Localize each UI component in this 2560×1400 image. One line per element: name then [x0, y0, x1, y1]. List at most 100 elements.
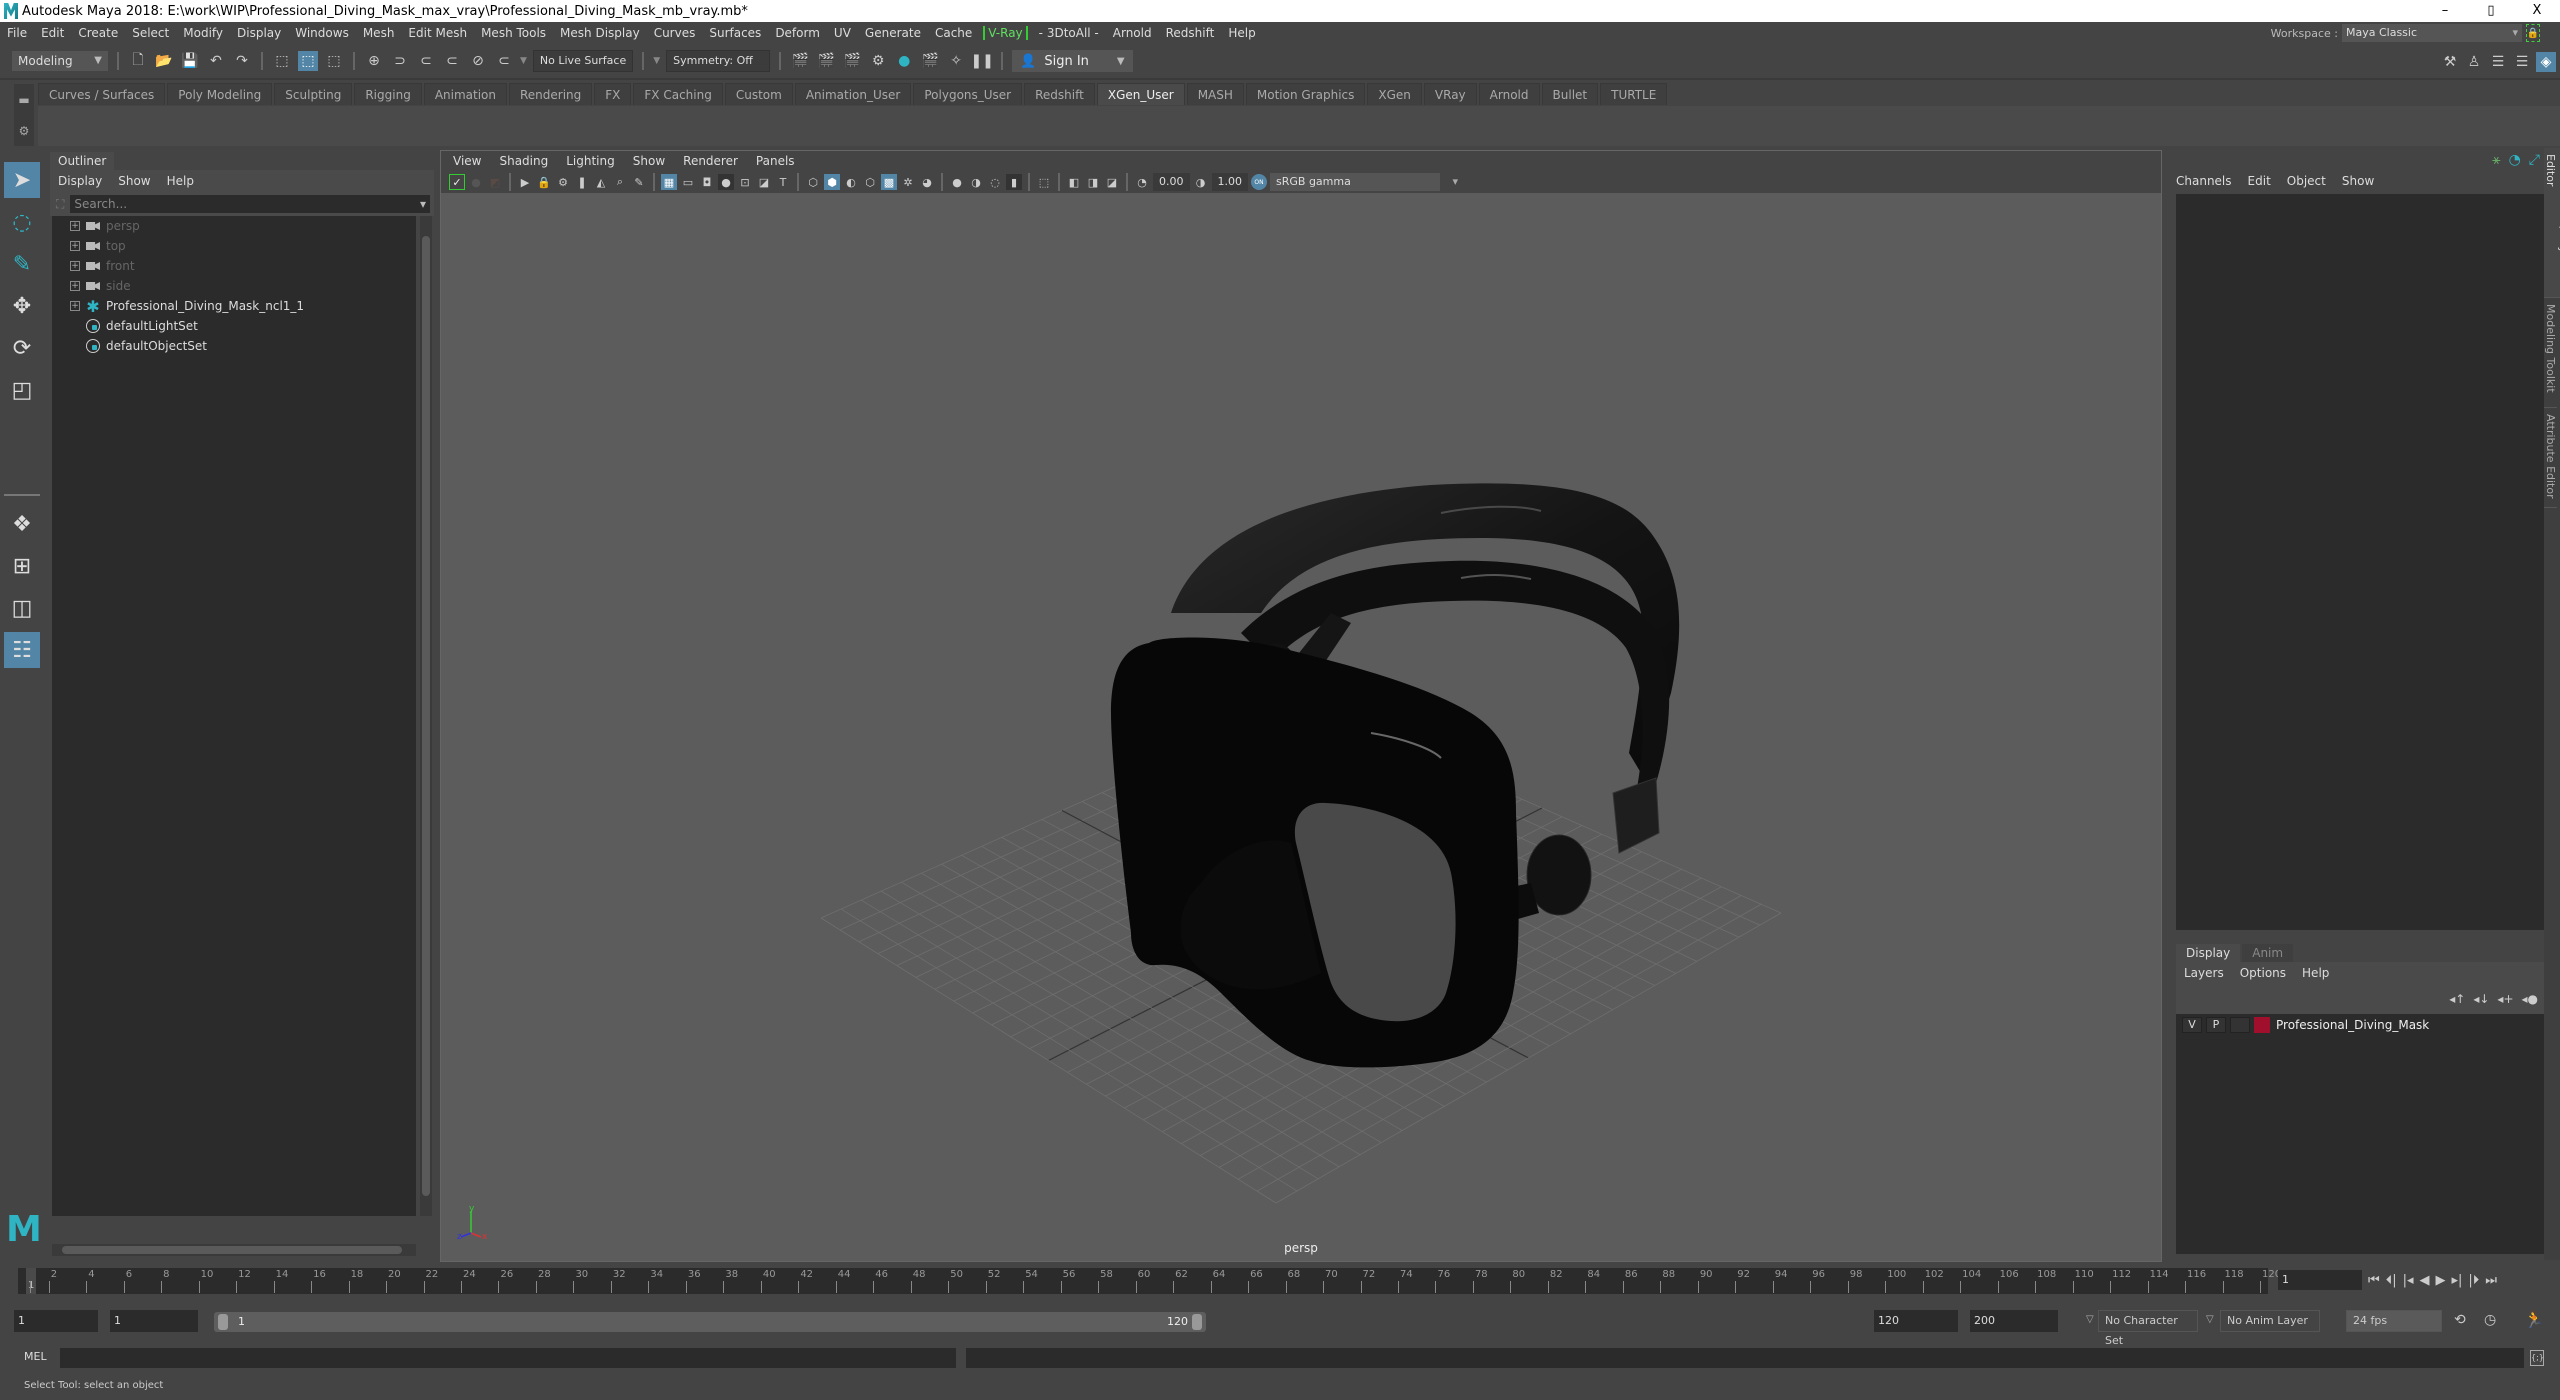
layer-visibility-toggle[interactable]: V — [2182, 1017, 2202, 1033]
chevron-down-icon[interactable]: ▽ — [2086, 1314, 2094, 1325]
snap-curve-icon[interactable]: ⊃ — [390, 51, 410, 71]
menu-mesh-display[interactable]: Mesh Display — [553, 26, 647, 40]
layer-tab-display[interactable]: Display — [2176, 944, 2241, 962]
outliner-search-input[interactable]: Search... — [70, 195, 430, 213]
play-backwards-icon[interactable]: ◀ — [2420, 1273, 2430, 1288]
fps-dropdown[interactable]: 24 fps — [2346, 1310, 2442, 1332]
use-all-lights-icon[interactable]: ✲ — [900, 174, 916, 190]
auto-key-icon[interactable]: ◷ — [2484, 1312, 2496, 1328]
shelf-tab-animation-user[interactable]: Animation_User — [794, 83, 912, 105]
select-component-icon[interactable]: ⬚ — [324, 51, 344, 71]
vray-option-icon[interactable]: ● — [468, 174, 484, 190]
layer-name[interactable]: Professional_Diving_Mask — [2276, 1018, 2429, 1032]
channel-menu-edit[interactable]: Edit — [2248, 174, 2271, 188]
menu-surfaces[interactable]: Surfaces — [702, 26, 768, 40]
anim-layer-dropdown[interactable]: No Anim Layer — [2220, 1310, 2320, 1332]
shelf-tab-polygons-user[interactable]: Polygons_User — [913, 83, 1023, 105]
shelf-tab-sculpting[interactable]: Sculpting — [274, 83, 353, 105]
xray-icon[interactable]: ◧ — [1066, 174, 1082, 190]
playback-start-field[interactable]: 1 — [110, 1310, 198, 1332]
layer-tab-anim[interactable]: Anim — [2242, 944, 2294, 962]
gamma-field[interactable]: 1.00 — [1211, 173, 1248, 191]
redo-icon[interactable]: ↷ — [232, 51, 252, 71]
modeling-toolkit-icon[interactable]: ⚒ — [2440, 52, 2460, 72]
layer-playback-toggle[interactable]: P — [2206, 1017, 2226, 1033]
snap-live-icon[interactable]: ⊘ — [468, 51, 488, 71]
hyper-icon[interactable]: ⤢ — [2529, 152, 2540, 168]
2d-pan-zoom-icon[interactable]: ⌕ — [612, 174, 628, 190]
menu-modify[interactable]: Modify — [176, 26, 230, 40]
motion-blur-icon[interactable]: ◑ — [968, 174, 984, 190]
pause-icon[interactable]: ❚❚ — [970, 51, 993, 71]
loop-icon[interactable]: ⟲ — [2454, 1312, 2466, 1328]
character-set-dropdown[interactable]: No Character Set — [2098, 1310, 2198, 1347]
viewport-menu-shading[interactable]: Shading — [499, 154, 548, 168]
select-tool-icon[interactable]: ➤ — [4, 162, 40, 198]
step-forward-key-icon[interactable]: ▸| — [2452, 1273, 2463, 1288]
minimize-button[interactable]: – — [2422, 0, 2468, 22]
safe-title-icon[interactable]: T — [775, 174, 791, 190]
outliner-item-diving-mask-group[interactable]: + ✱ Professional_Diving_Mask_ncl1_1 — [52, 296, 416, 316]
gamma-icon[interactable]: ◑ — [1193, 174, 1209, 190]
layer-menu-help[interactable]: Help — [2302, 966, 2329, 980]
symmetry-field[interactable]: Symmetry: Off — [666, 50, 771, 72]
step-forward-frame-icon[interactable]: |⏵ — [2468, 1273, 2479, 1288]
filter-icon[interactable]: ⛶ — [56, 197, 64, 212]
chevron-down-icon[interactable]: ▽ — [2206, 1314, 2214, 1325]
close-button[interactable]: X — [2514, 0, 2560, 22]
go-to-end-icon[interactable]: ⏭ — [2485, 1273, 2497, 1288]
viewport-menu-renderer[interactable]: Renderer — [683, 154, 738, 168]
outliner-item-persp[interactable]: + persp — [52, 216, 416, 236]
vray-toggle-icon[interactable]: ✓ — [449, 174, 465, 190]
expand-icon[interactable]: + — [70, 221, 80, 231]
outliner-horizontal-scrollbar[interactable] — [52, 1244, 416, 1256]
scrollbar-thumb[interactable] — [62, 1246, 402, 1254]
xray-joints-icon[interactable]: ◨ — [1085, 174, 1101, 190]
outliner-menu-display[interactable]: Display — [58, 174, 102, 188]
step-back-key-icon[interactable]: |◂ — [2403, 1273, 2414, 1288]
range-start-handle[interactable] — [218, 1314, 228, 1330]
side-tab-modeling-toolkit[interactable]: Modeling Toolkit — [2544, 298, 2557, 408]
script-editor-icon[interactable]: {;} — [2530, 1350, 2544, 1366]
move-layer-down-icon[interactable]: ◂↓ — [2473, 992, 2489, 1006]
speed-icon[interactable]: ◔ — [2509, 152, 2521, 168]
snap-surface-icon[interactable]: ⊂ — [494, 51, 514, 71]
smooth-shade-icon[interactable]: ⬢ — [824, 174, 840, 190]
outliner-item-default-light-set[interactable]: defaultLightSet — [52, 316, 416, 336]
save-scene-icon[interactable]: 💾 — [180, 51, 200, 71]
menu-mesh-tools[interactable]: Mesh Tools — [474, 26, 553, 40]
outliner-layout-icon[interactable]: ☷ — [4, 632, 40, 668]
outliner-menu-help[interactable]: Help — [167, 174, 194, 188]
snap-view-plane-icon[interactable]: ⊂ — [442, 51, 462, 71]
channel-menu-object[interactable]: Object — [2287, 174, 2326, 188]
menu-create[interactable]: Create — [71, 26, 125, 40]
outliner-item-side[interactable]: + side — [52, 276, 416, 296]
shelf-tab-bullet[interactable]: Bullet — [1541, 83, 1599, 105]
two-view-layout-icon[interactable]: ◫ — [4, 590, 40, 626]
scene-start-field[interactable]: 1 — [14, 1310, 98, 1332]
select-hierarchy-icon[interactable]: ⬚ — [272, 51, 292, 71]
command-language-label[interactable]: MEL — [24, 1350, 47, 1363]
menu-arnold[interactable]: Arnold — [1106, 26, 1159, 40]
shelf-tab-fx[interactable]: FX — [594, 83, 632, 105]
shelf-tab-poly-modeling[interactable]: Poly Modeling — [167, 83, 273, 105]
3d-scene-view[interactable]: y x z persp — [441, 193, 2161, 1261]
wireframe-on-shaded-icon[interactable]: ⬡ — [862, 174, 878, 190]
resolution-gate-icon[interactable]: ◘ — [699, 174, 715, 190]
current-frame-field[interactable]: 1 — [2278, 1270, 2362, 1290]
render-setup-icon[interactable]: 🎬 — [920, 51, 940, 71]
ipr-render-icon[interactable]: 🎬 — [842, 51, 862, 71]
menu-generate[interactable]: Generate — [858, 26, 928, 40]
menu-edit-mesh[interactable]: Edit Mesh — [401, 26, 474, 40]
grid-toggle-icon[interactable]: ▦ — [661, 174, 677, 190]
color-management-toggle-icon[interactable]: ON — [1251, 174, 1267, 190]
menu-set-dropdown[interactable]: Modeling ▼ — [12, 51, 108, 71]
menu-help[interactable]: Help — [1221, 26, 1262, 40]
four-view-layout-icon[interactable]: ⊞ — [4, 548, 40, 584]
scale-tool-icon[interactable]: ◰ — [4, 372, 40, 408]
render-view-icon[interactable]: 🎬 — [790, 51, 810, 71]
shelf-tab-vray[interactable]: VRay — [1423, 83, 1477, 105]
image-plane-icon[interactable]: ◭ — [593, 174, 609, 190]
play-forwards-icon[interactable]: ▶ — [2436, 1273, 2446, 1288]
xray-components-icon[interactable]: ◪ — [1104, 174, 1120, 190]
